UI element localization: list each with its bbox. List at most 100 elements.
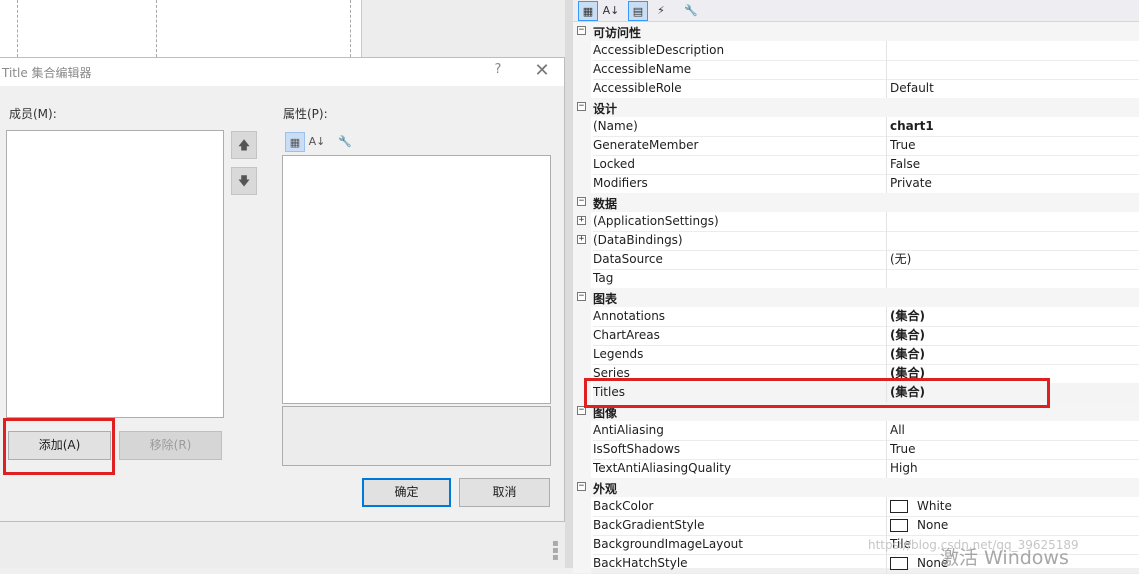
move-up-button[interactable]: 🡅 — [231, 131, 257, 159]
property-value[interactable]: (集合) — [887, 307, 1139, 327]
property-row[interactable]: IsSoftShadows True — [573, 440, 1139, 460]
property-row[interactable]: Locked False — [573, 155, 1139, 175]
collapse-icon[interactable]: − — [577, 482, 586, 491]
property-row[interactable]: TextAntiAliasingQuality High — [573, 459, 1139, 479]
color-swatch — [890, 519, 908, 532]
property-row[interactable]: + (ApplicationSettings) — [573, 212, 1139, 232]
property-row[interactable]: Modifiers Private — [573, 174, 1139, 194]
events-icon[interactable]: ⚡ — [651, 1, 671, 21]
close-icon[interactable]: ✕ — [532, 60, 552, 82]
property-row[interactable]: AccessibleName — [573, 60, 1139, 80]
property-category[interactable]: − 外观 — [573, 478, 1139, 497]
property-row[interactable]: BackColor White — [573, 497, 1139, 517]
dialog-title: Title 集合编辑器 — [2, 66, 92, 80]
property-row[interactable]: GenerateMember True — [573, 136, 1139, 156]
row-gutter — [573, 79, 591, 98]
alphabetical-icon[interactable]: A↓ — [307, 132, 327, 152]
property-value[interactable]: True — [887, 136, 1139, 156]
property-row[interactable]: (Name) chart1 — [573, 117, 1139, 137]
property-value[interactable]: Default — [887, 79, 1139, 99]
expand-icon[interactable]: + — [577, 216, 586, 225]
property-value[interactable]: High — [887, 459, 1139, 479]
alphabetical-icon[interactable]: A↓ — [601, 1, 621, 21]
property-name: ChartAreas — [593, 326, 887, 346]
property-pages-icon[interactable]: 🔧 — [335, 132, 355, 152]
collapse-icon[interactable]: − — [577, 26, 586, 35]
property-name: GenerateMember — [593, 136, 887, 156]
property-value[interactable]: All — [887, 421, 1139, 441]
row-gutter — [573, 155, 591, 174]
properties-label: 属性(P): — [283, 107, 328, 121]
property-value[interactable]: White — [887, 497, 1139, 517]
property-name: Tag — [593, 269, 887, 289]
property-value-text: chart1 — [890, 119, 934, 133]
property-name: AntiAliasing — [593, 421, 887, 441]
properties-icon[interactable]: ▤ — [628, 1, 648, 21]
categorized-icon[interactable]: ▦ — [285, 132, 305, 152]
property-name: BackgroundImageLayout — [593, 535, 887, 555]
property-row[interactable]: BackGradientStyle None — [573, 516, 1139, 536]
row-gutter — [573, 136, 591, 155]
property-value[interactable]: None — [887, 516, 1139, 536]
row-gutter — [573, 497, 591, 516]
property-value[interactable]: (集合) — [887, 345, 1139, 365]
resize-grip-icon[interactable]: ▪ ▪ ▪ — [552, 539, 562, 564]
expand-icon[interactable]: + — [577, 235, 586, 244]
property-row[interactable]: AccessibleDescription — [573, 41, 1139, 61]
property-value[interactable] — [887, 269, 1139, 289]
remove-button[interactable]: 移除(R) — [119, 431, 222, 460]
categorized-icon[interactable]: ▦ — [578, 1, 598, 21]
properties-grid[interactable] — [282, 155, 551, 404]
row-gutter — [573, 250, 591, 269]
property-category[interactable]: − 设计 — [573, 98, 1139, 117]
property-name: (ApplicationSettings) — [593, 212, 887, 232]
layout-guide — [17, 0, 18, 57]
property-value-text: None — [917, 518, 949, 532]
property-value[interactable]: False — [887, 155, 1139, 175]
property-category[interactable]: − 可访问性 — [573, 22, 1139, 41]
property-value[interactable] — [887, 231, 1139, 251]
cancel-button[interactable]: 取消 — [459, 478, 550, 507]
property-category[interactable]: − 数据 — [573, 193, 1139, 212]
property-row[interactable]: Legends (集合) — [573, 345, 1139, 365]
property-name: AccessibleName — [593, 60, 887, 80]
category-name: 图表 — [593, 292, 618, 306]
row-gutter — [573, 516, 591, 535]
property-value[interactable] — [887, 60, 1139, 80]
property-value[interactable] — [887, 41, 1139, 61]
panel-splitter[interactable] — [565, 0, 573, 568]
collapse-icon[interactable]: − — [577, 292, 586, 301]
property-name: Annotations — [593, 307, 887, 327]
property-value-text: (无) — [890, 252, 912, 266]
row-gutter — [573, 459, 591, 478]
move-down-button[interactable]: 🡇 — [231, 167, 257, 195]
property-value[interactable]: (集合) — [887, 326, 1139, 346]
members-list[interactable] — [6, 130, 224, 418]
property-row[interactable]: ChartAreas (集合) — [573, 326, 1139, 346]
property-name: BackColor — [593, 497, 887, 517]
property-value[interactable]: (无) — [887, 250, 1139, 270]
category-name: 外观 — [593, 482, 618, 496]
collapse-icon[interactable]: − — [577, 102, 586, 111]
row-gutter — [573, 174, 591, 193]
property-value[interactable]: True — [887, 440, 1139, 460]
property-pages-icon[interactable]: 🔧 — [681, 1, 701, 21]
property-category[interactable]: − 图表 — [573, 288, 1139, 307]
property-row[interactable]: + (DataBindings) — [573, 231, 1139, 251]
property-row[interactable]: AccessibleRole Default — [573, 79, 1139, 99]
property-value-text: All — [890, 423, 905, 437]
property-row[interactable]: AntiAliasing All — [573, 421, 1139, 441]
category-name: 设计 — [593, 102, 618, 116]
collapse-icon[interactable]: − — [577, 197, 586, 206]
property-value[interactable] — [887, 212, 1139, 232]
property-row[interactable]: Annotations (集合) — [573, 307, 1139, 327]
form-design-area[interactable] — [0, 0, 362, 57]
property-value[interactable]: chart1 — [887, 117, 1139, 137]
property-value-text: True — [890, 138, 916, 152]
help-button[interactable]: ? — [490, 62, 506, 80]
property-row[interactable]: DataSource (无) — [573, 250, 1139, 270]
row-gutter — [573, 554, 591, 573]
property-value[interactable]: Private — [887, 174, 1139, 194]
ok-button[interactable]: 确定 — [362, 478, 451, 507]
property-row[interactable]: Tag — [573, 269, 1139, 289]
